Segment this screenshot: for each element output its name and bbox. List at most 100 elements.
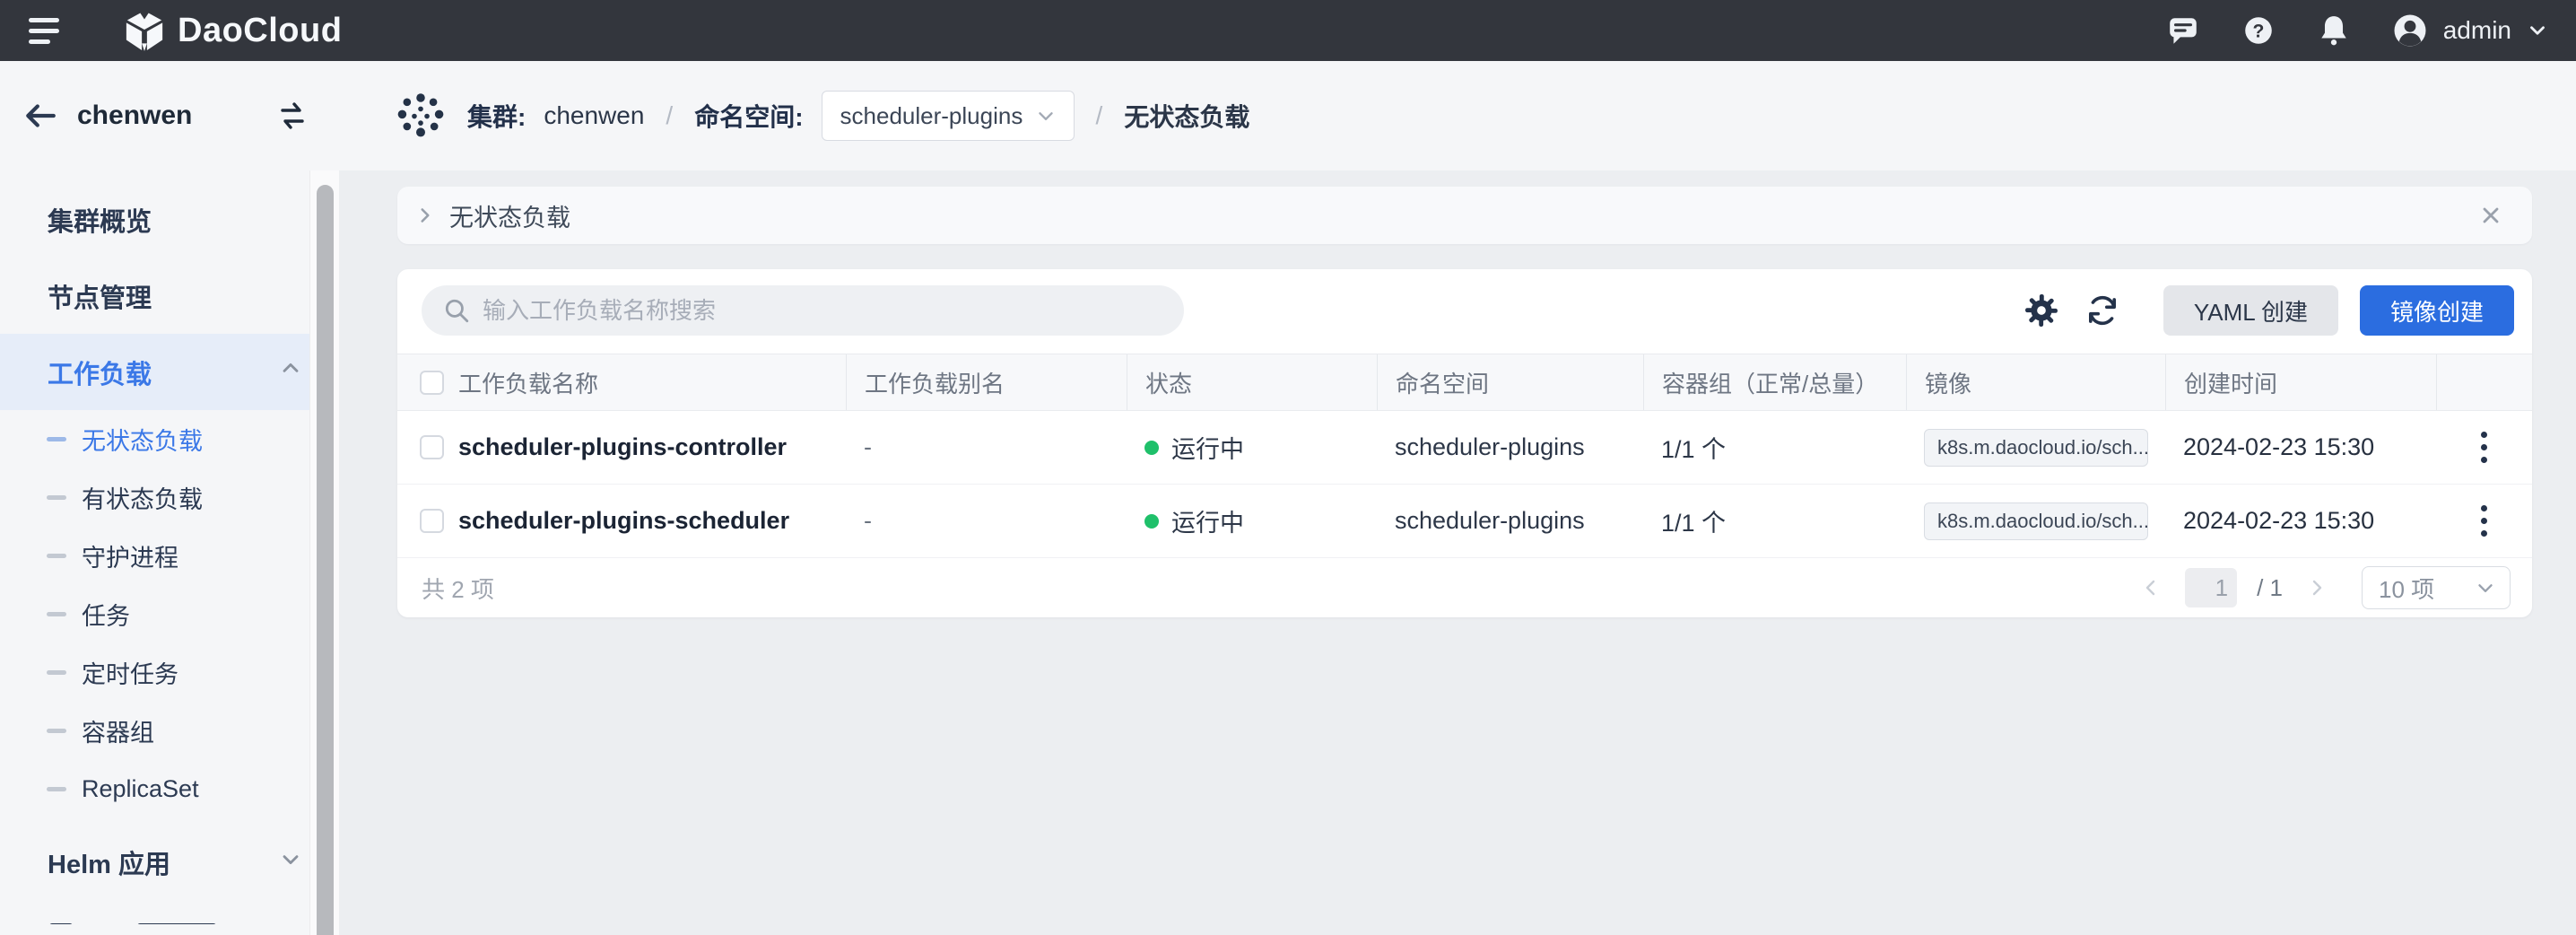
page-size-select[interactable]: 10 项 <box>2362 566 2511 609</box>
dash-icon <box>47 437 66 441</box>
sidebar-item-cronjobs[interactable]: 定时任务 <box>0 643 339 702</box>
avatar <box>2391 12 2429 49</box>
namespace-cell: scheduler-plugins <box>1377 433 1643 461</box>
row-actions-kebab-icon[interactable] <box>2476 426 2493 468</box>
col-actions <box>2436 354 2532 410</box>
sidebar-item-workloads[interactable]: 工作负载 <box>0 334 339 410</box>
user-menu[interactable]: admin <box>2391 12 2549 49</box>
sidebar-item-statefulsets[interactable]: 有状态负载 <box>0 468 339 527</box>
prev-page-icon[interactable] <box>2138 574 2165 601</box>
pods-cell: 1/1 个 <box>1643 430 1906 465</box>
yaml-create-button[interactable]: YAML 创建 <box>2163 285 2338 336</box>
sidebar-item-pods[interactable]: 容器组 <box>0 702 339 760</box>
refresh-icon[interactable] <box>2083 291 2122 330</box>
banner-expand-chevron-icon[interactable] <box>413 204 437 227</box>
column-settings-gear-icon[interactable] <box>2022 291 2061 330</box>
col-workload-name: 工作负载名称 <box>455 354 846 410</box>
dash-icon <box>47 787 66 791</box>
dash-icon <box>47 670 66 675</box>
status-label: 运行中 <box>1171 503 1244 538</box>
feedback-chat-icon[interactable] <box>2165 13 2201 48</box>
table-row: scheduler-plugins-scheduler - 运行中 schedu… <box>397 485 2532 558</box>
partially-visible-menu-item[interactable] <box>0 900 339 924</box>
topbar: DaoCloud ? admin <box>0 0 2576 61</box>
user-chevron-down-icon <box>2526 19 2549 42</box>
table-header: 工作负载名称 工作负载别名 状态 命名空间 容器组（正常/总量） 镜像 创建时间 <box>397 354 2532 411</box>
page-banner: 无状态负载 <box>397 187 2532 244</box>
select-chevron-down-icon <box>2474 576 2497 599</box>
cluster-breadcrumb-bar: 集群: chenwen / 命名空间: scheduler-plugins / … <box>339 61 2576 170</box>
sidebar-item-jobs[interactable]: 任务 <box>0 585 339 643</box>
sidebar-item-daemonsets[interactable]: 守护进程 <box>0 527 339 585</box>
workload-name-link[interactable]: scheduler-plugins-controller <box>455 433 846 461</box>
search-icon <box>443 297 470 324</box>
col-namespace: 命名空间 <box>1377 354 1643 410</box>
image-tag: k8s.m.daocloud.io/sch... <box>1924 429 2148 467</box>
switch-cluster-icon[interactable] <box>276 100 309 131</box>
created-cell: 2024-02-23 15:30 <box>2165 507 2436 535</box>
sidebar-item-helm-apps[interactable]: Helm 应用 <box>0 824 339 900</box>
help-icon[interactable]: ? <box>2241 13 2276 48</box>
back-button[interactable] <box>23 101 57 130</box>
svg-text:?: ? <box>2252 21 2264 41</box>
col-image: 镜像 <box>1906 354 2165 410</box>
status-running-dot <box>1144 441 1159 455</box>
dash-icon <box>47 495 66 500</box>
current-page-input[interactable]: 1 <box>2185 568 2237 607</box>
namespace-cell: scheduler-plugins <box>1377 507 1643 535</box>
sidebar-item-replicaset[interactable]: ReplicaSet <box>0 760 339 818</box>
sidebar-item-cluster-overview[interactable]: 集群概览 <box>0 181 339 258</box>
sidebar-scrollbar-track <box>309 170 339 935</box>
search-input[interactable] <box>483 297 1162 325</box>
breadcrumb: 集群: chenwen / 命名空间: scheduler-plugins / … <box>397 91 1249 141</box>
table-footer: 共 2 项 1 / 1 10 项 <box>397 558 2532 617</box>
row-actions-kebab-icon[interactable] <box>2476 500 2493 542</box>
username-label: admin <box>2443 16 2511 45</box>
banner-close-icon[interactable] <box>2478 203 2503 228</box>
search-box <box>422 285 1184 336</box>
chevron-down-icon <box>278 846 303 878</box>
row-checkbox[interactable] <box>420 435 444 459</box>
image-create-button[interactable]: 镜像创建 <box>2360 285 2514 336</box>
next-page-icon[interactable] <box>2302 574 2329 601</box>
status-running-dot <box>1144 514 1159 529</box>
total-count-label: 共 2 项 <box>422 572 494 605</box>
sidebar-cluster-name: chenwen <box>77 100 192 131</box>
sidebar-item-node-management[interactable]: 节点管理 <box>0 258 339 334</box>
sidebar: chenwen 集群概览 节点管理 工作负载 无状态负载 有状态负载 守护进程 … <box>0 61 339 935</box>
cluster-label: 集群: <box>467 98 526 134</box>
table-row: scheduler-plugins-controller - 运行中 sched… <box>397 411 2532 485</box>
col-pods: 容器组（正常/总量） <box>1643 354 1906 410</box>
cluster-value[interactable]: chenwen <box>544 101 644 130</box>
dash-icon <box>47 554 66 558</box>
chevron-up-icon <box>278 356 303 389</box>
current-page-crumb: 无状态负载 <box>1124 98 1249 134</box>
total-pages-label: / 1 <box>2257 574 2283 602</box>
select-chevron-down-icon <box>1034 104 1057 127</box>
sidebar-menu: 集群概览 节点管理 工作负载 无状态负载 有状态负载 守护进程 任务 定时任务 … <box>0 170 339 924</box>
pods-cell: 1/1 个 <box>1643 503 1906 538</box>
brand-logo[interactable]: DaoCloud <box>124 7 342 54</box>
cluster-dots-icon <box>397 92 444 139</box>
col-workload-alias: 工作负载别名 <box>846 354 1127 410</box>
select-all-checkbox[interactable] <box>420 371 444 395</box>
hamburger-menu-icon[interactable] <box>29 13 65 48</box>
sidebar-item-deployments[interactable]: 无状态负载 <box>0 410 339 468</box>
notifications-bell-icon[interactable] <box>2316 13 2352 48</box>
banner-title: 无状态负载 <box>449 198 570 233</box>
image-tag: k8s.m.daocloud.io/sch... <box>1924 502 2148 540</box>
row-checkbox[interactable] <box>420 509 444 533</box>
status-label: 运行中 <box>1171 430 1244 465</box>
daocloud-cube-icon <box>124 7 165 54</box>
namespace-label: 命名空间: <box>694 98 803 134</box>
dash-icon <box>47 612 66 616</box>
col-created: 创建时间 <box>2165 354 2436 410</box>
workloads-card: YAML 创建 镜像创建 工作负载名称 工作负载别名 状态 命名空间 容器组（正… <box>397 269 2532 617</box>
workload-name-link[interactable]: scheduler-plugins-scheduler <box>455 507 846 535</box>
created-cell: 2024-02-23 15:30 <box>2165 433 2436 461</box>
namespace-select[interactable]: scheduler-plugins <box>822 91 1075 141</box>
dash-icon <box>47 729 66 733</box>
brand-name: DaoCloud <box>178 12 342 50</box>
sidebar-scrollbar-thumb[interactable] <box>317 185 334 935</box>
col-status: 状态 <box>1127 354 1377 410</box>
